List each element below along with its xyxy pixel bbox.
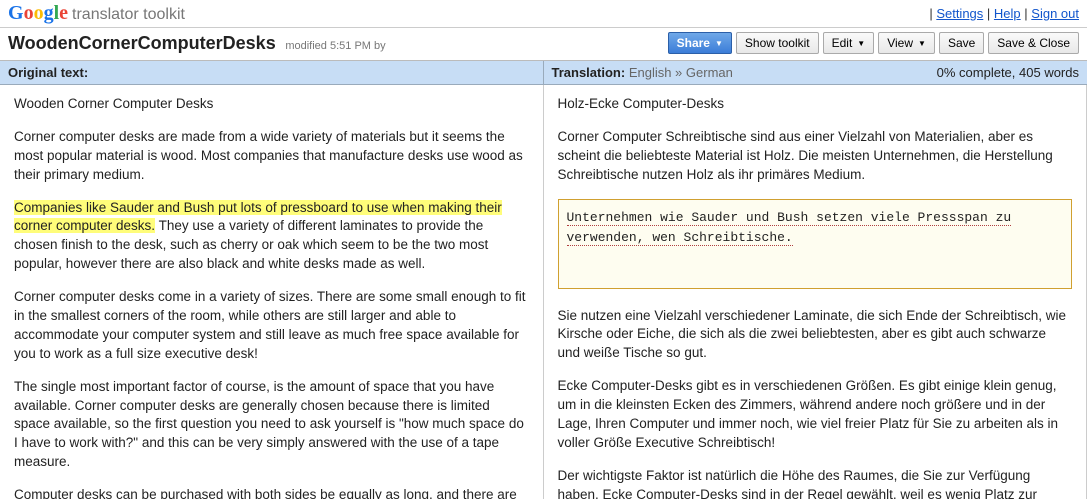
left-p5: Computer desks can be purchased with bot… <box>14 486 529 499</box>
right-pane: Holz-Ecke Computer-Desks Corner Computer… <box>544 85 1087 499</box>
translation-status: 0% complete, 405 words <box>937 65 1079 80</box>
translation-content[interactable]: Holz-Ecke Computer-Desks Corner Computer… <box>544 85 1087 499</box>
toolbar: Share Show toolkit Edit View Save Save &… <box>668 32 1079 54</box>
right-p1: Corner Computer Schreibtische sind aus e… <box>558 128 1073 185</box>
signout-link[interactable]: Sign out <box>1031 6 1079 21</box>
doc-title: WoodenCornerComputerDesks <box>8 33 276 53</box>
logo: Google translator toolkit <box>8 2 185 25</box>
right-title: Holz-Ecke Computer-Desks <box>558 95 1073 114</box>
top-links: | Settings | Help | Sign out <box>929 6 1079 21</box>
header-top: Google translator toolkit | Settings | H… <box>0 0 1087 28</box>
translation-edit-box[interactable]: Unternehmen wie Sauder und Bush setzen v… <box>558 199 1073 289</box>
panes: Wooden Corner Computer Desks Corner comp… <box>0 85 1087 499</box>
left-p1: Corner computer desks are made from a wi… <box>14 128 529 185</box>
header-sub: WoodenCornerComputerDesks modified 5:51 … <box>0 28 1087 61</box>
settings-link[interactable]: Settings <box>936 6 983 21</box>
left-pane: Wooden Corner Computer Desks Corner comp… <box>0 85 544 499</box>
pane-header: Original text: Translation: English » Ge… <box>0 61 1087 85</box>
edit-menu[interactable]: Edit <box>823 32 875 54</box>
share-button[interactable]: Share <box>668 32 732 54</box>
right-p2: Sie nutzen eine Vielzahl verschiedener L… <box>558 307 1073 364</box>
logo-subtitle: translator toolkit <box>72 6 185 24</box>
left-p2: Companies like Sauder and Bush put lots … <box>14 199 529 275</box>
translation-langs: English » German <box>629 65 733 80</box>
left-title: Wooden Corner Computer Desks <box>14 95 529 114</box>
edit-text: Unternehmen wie Sauder und Bush setzen v… <box>567 210 1012 247</box>
left-p4: The single most important factor of cour… <box>14 378 529 472</box>
doc-modified: modified 5:51 PM by <box>285 40 385 52</box>
original-content[interactable]: Wooden Corner Computer Desks Corner comp… <box>0 85 543 499</box>
doc-info: WoodenCornerComputerDesks modified 5:51 … <box>8 33 386 54</box>
save-close-button[interactable]: Save & Close <box>988 32 1079 54</box>
view-menu[interactable]: View <box>878 32 935 54</box>
translation-header: Translation: English » German 0% complet… <box>544 61 1087 84</box>
original-text-label: Original text: <box>0 61 544 84</box>
right-p4: Der wichtigste Faktor ist natürlich die … <box>558 467 1073 499</box>
translation-label: Translation: <box>552 65 626 80</box>
save-button[interactable]: Save <box>939 32 984 54</box>
help-link[interactable]: Help <box>994 6 1021 21</box>
right-p3: Ecke Computer-Desks gibt es in verschied… <box>558 377 1073 453</box>
google-logo: Google <box>8 2 68 25</box>
show-toolkit-button[interactable]: Show toolkit <box>736 32 819 54</box>
left-p3: Corner computer desks come in a variety … <box>14 288 529 364</box>
